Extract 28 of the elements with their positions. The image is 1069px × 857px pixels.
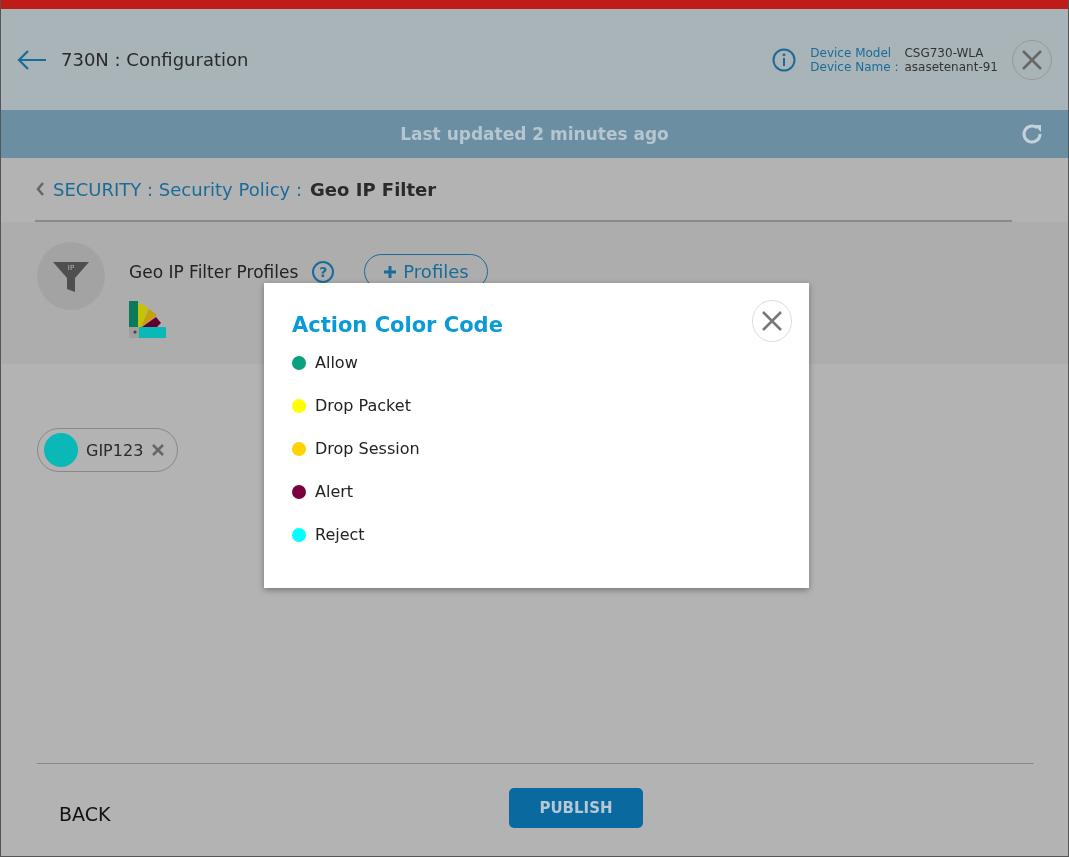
close-icon	[761, 310, 783, 332]
device-model-value: CSG730-WLA	[904, 45, 985, 60]
close-icon	[1021, 48, 1043, 71]
last-updated-text: Last updated 2 minutes ago	[400, 124, 669, 144]
back-button[interactable]: BACK	[37, 803, 133, 825]
back-arrow-icon[interactable]	[17, 48, 47, 71]
color-swatch-icon[interactable]	[129, 301, 167, 339]
page-title: 730N : Configuration	[61, 49, 249, 70]
chevron-left-icon[interactable]	[35, 181, 45, 197]
chip-label: GIP123	[86, 440, 144, 460]
refresh-icon[interactable]	[1020, 122, 1044, 146]
breadcrumb-current: Geo IP Filter	[310, 178, 437, 200]
device-name-value: asasetenant-91	[904, 59, 998, 74]
profile-color-dot	[44, 433, 78, 467]
action-label: Allow	[315, 353, 358, 372]
action-label: Drop Session	[315, 439, 420, 458]
plus-icon	[383, 264, 398, 279]
device-name-label: Device Name :	[810, 59, 899, 74]
info-icon[interactable]	[772, 47, 797, 72]
action-label: Alert	[315, 482, 354, 501]
dialog-title: Action Color Code	[292, 313, 503, 337]
breadcrumb-link[interactable]: SECURITY : Security Policy :	[53, 178, 303, 200]
device-model-label: Device Model	[810, 45, 893, 60]
publish-button[interactable]: PUBLISH	[509, 788, 643, 828]
profiles-title: Geo IP Filter Profiles	[129, 261, 299, 282]
remove-icon[interactable]	[151, 443, 166, 457]
action-label: Drop Packet	[315, 396, 411, 415]
action-label: Reject	[315, 525, 365, 544]
